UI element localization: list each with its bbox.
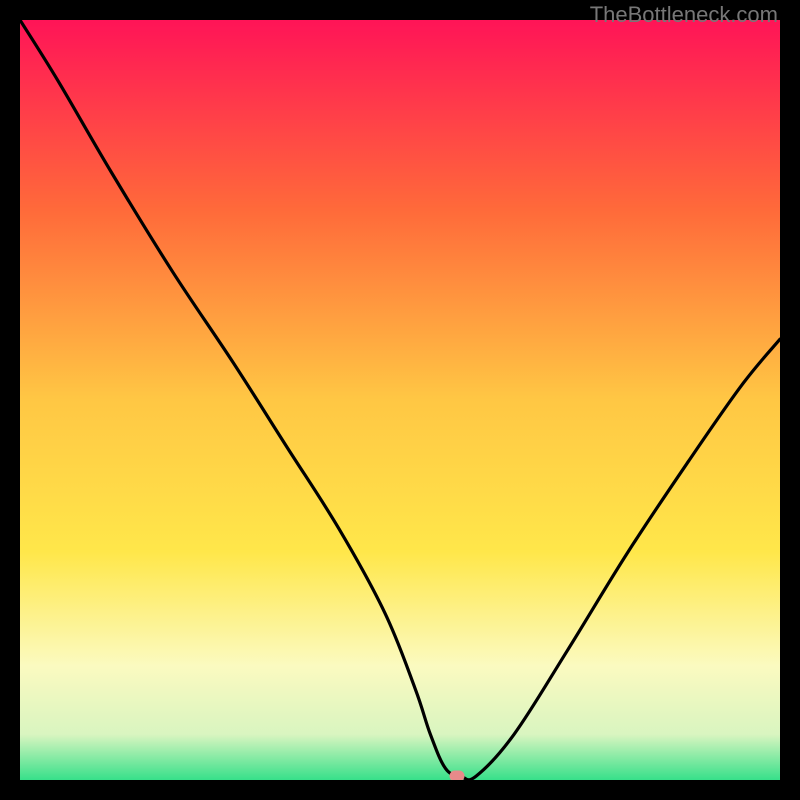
watermark-text: TheBottleneck.com xyxy=(590,2,778,28)
bottleneck-curve xyxy=(20,20,780,780)
optimal-point-marker xyxy=(450,771,465,780)
chart-container: TheBottleneck.com xyxy=(0,0,800,800)
plot-area xyxy=(20,20,780,780)
